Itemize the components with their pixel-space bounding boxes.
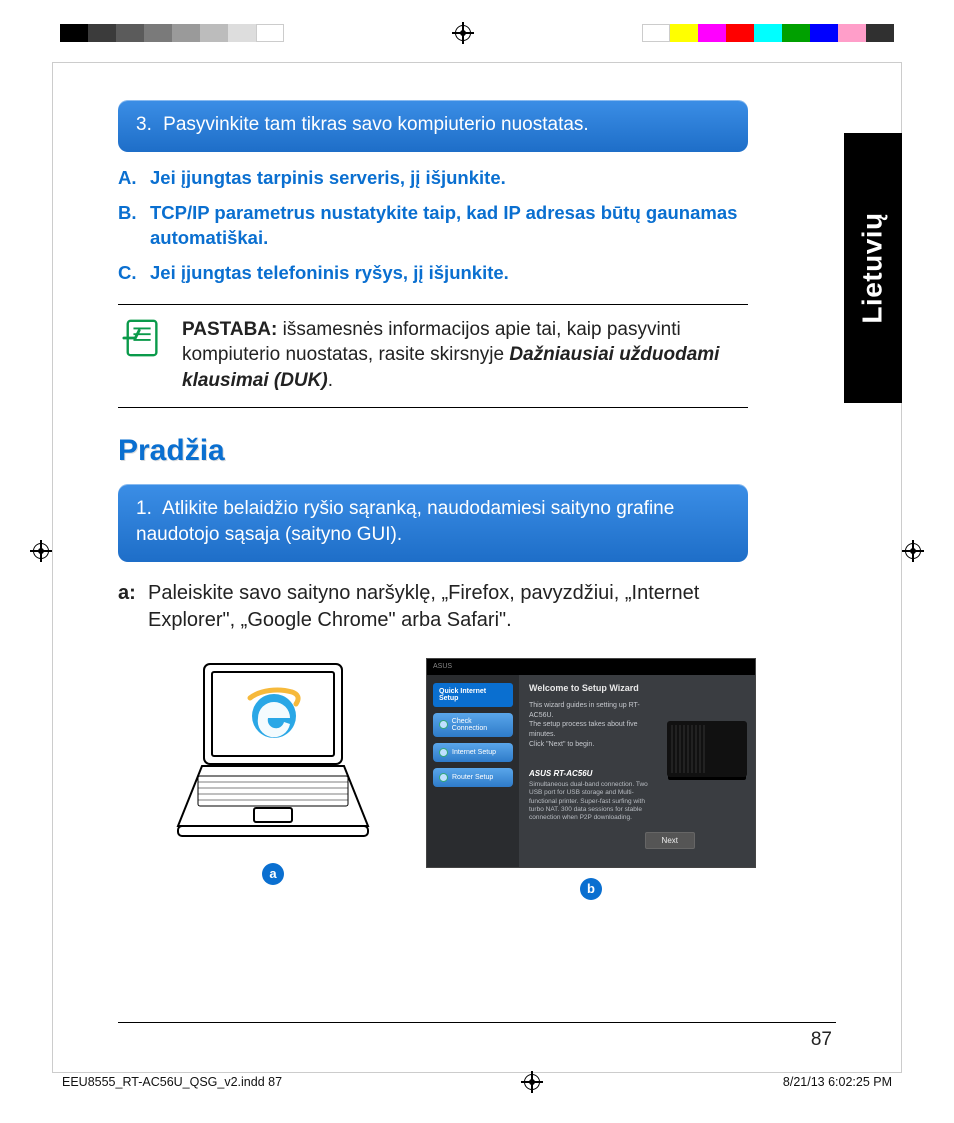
router-image	[667, 721, 747, 777]
wizard-line2: The setup process takes about five minut…	[529, 720, 659, 740]
step-3-bar: 3. Pasyvinkite tam tikras savo kompiuter…	[118, 100, 748, 152]
wizard-side-internet: Internet Setup	[433, 743, 513, 762]
wizard-line1: This wizard guides in setting up RT-AC56…	[529, 701, 659, 721]
wizard-main: Welcome to Setup Wizard This wizard guid…	[519, 675, 755, 867]
wizard-sidebar: Quick Internet Setup Check Connection In…	[427, 675, 519, 867]
figure-a-badge: a	[262, 863, 284, 885]
sub-step-b-text: TCP/IP parametrus nustatykite taip, kad …	[150, 201, 748, 251]
wizard-model: ASUS RT-AC56U	[529, 769, 592, 778]
sub-steps-list: A. Jei įjungtas tarpinis serveris, jį iš…	[118, 166, 748, 286]
wizard-text: This wizard guides in setting up RT-AC56…	[529, 701, 659, 750]
note-icon	[122, 317, 164, 394]
body-step-a: a: Paleiskite savo saityno naršyklę, „Fi…	[118, 580, 748, 634]
step-1-bar: 1. Atlikite belaidžio ryšio sąranką, nau…	[118, 484, 748, 561]
sub-step-c-text: Jei įjungtas telefoninis ryšys, jį išjun…	[150, 261, 509, 286]
note-text: PASTABA: išsamesnės informacijos apie ta…	[182, 317, 744, 394]
wizard-side-router-label: Router Setup	[452, 774, 493, 781]
wizard-desc: Simultaneous dual-band connection. Two U…	[529, 781, 655, 823]
note-lead: PASTABA:	[182, 319, 277, 340]
wizard-title: Welcome to Setup Wizard	[529, 683, 745, 693]
wizard-next-button: Next	[645, 832, 695, 849]
note-tail: .	[328, 370, 333, 391]
registration-mark-bottom	[521, 1071, 543, 1093]
figure-b-badge: b	[580, 878, 602, 900]
figure-row: a ASUS Quick Internet Setup Check Connec…	[168, 658, 748, 900]
language-tab-label: Lietuvių	[857, 212, 889, 323]
step-1-text: Atlikite belaidžio ryšio sąranką, naudod…	[136, 498, 674, 545]
language-tab: Lietuvių	[844, 133, 902, 403]
figure-a: a	[168, 658, 378, 885]
body-step-a-text: Paleiskite savo saityno naršyklę, „Firef…	[148, 580, 748, 634]
wizard-side-check: Check Connection	[433, 713, 513, 737]
footer-rule	[118, 1022, 836, 1023]
registration-mark-top	[452, 22, 474, 44]
note-box: PASTABA: išsamesnės informacijos apie ta…	[118, 304, 748, 409]
imposition-footer: EEU8555_RT-AC56U_QSG_v2.indd 87 8/21/13 …	[62, 1071, 892, 1093]
body-step-a-key: a:	[118, 580, 148, 634]
sub-step-c: C. Jei įjungtas telefoninis ryšys, jį iš…	[118, 261, 748, 286]
wizard-side-router: Router Setup	[433, 768, 513, 787]
wizard-brand: ASUS	[427, 659, 755, 675]
sub-step-b-label: B.	[118, 201, 150, 251]
step-3-text: Pasyvinkite tam tikras savo kompiuterio …	[163, 114, 589, 135]
figure-b: ASUS Quick Internet Setup Check Connecti…	[426, 658, 756, 900]
step-3-number: 3.	[136, 114, 152, 135]
sub-step-a-text: Jei įjungtas tarpinis serveris, jį išjun…	[150, 166, 506, 191]
sub-step-b: B. TCP/IP parametrus nustatykite taip, k…	[118, 201, 748, 251]
sub-step-a: A. Jei įjungtas tarpinis serveris, jį iš…	[118, 166, 748, 191]
page-content: 3. Pasyvinkite tam tikras savo kompiuter…	[118, 100, 748, 900]
wizard-side-internet-label: Internet Setup	[452, 749, 496, 756]
color-swatches	[642, 24, 894, 42]
sub-step-c-label: C.	[118, 261, 150, 286]
print-calibration-bar	[60, 22, 894, 44]
step-1-number: 1.	[136, 498, 152, 519]
wizard-side-title: Quick Internet Setup	[433, 683, 513, 707]
registration-mark-left	[30, 540, 52, 562]
wizard-side-check-label: Check Connection	[452, 718, 507, 732]
wizard-line3: Click "Next" to begin.	[529, 740, 659, 750]
section-title: Pradžia	[118, 434, 748, 468]
laptop-illustration	[168, 658, 378, 853]
sub-step-a-label: A.	[118, 166, 150, 191]
imposition-time: 8/21/13 6:02:25 PM	[783, 1075, 892, 1089]
imposition-file: EEU8555_RT-AC56U_QSG_v2.indd 87	[62, 1075, 282, 1089]
registration-mark-right	[902, 540, 924, 562]
grayscale-swatches	[60, 24, 284, 42]
page-number: 87	[811, 1029, 832, 1051]
setup-wizard-screenshot: ASUS Quick Internet Setup Check Connecti…	[426, 658, 756, 868]
